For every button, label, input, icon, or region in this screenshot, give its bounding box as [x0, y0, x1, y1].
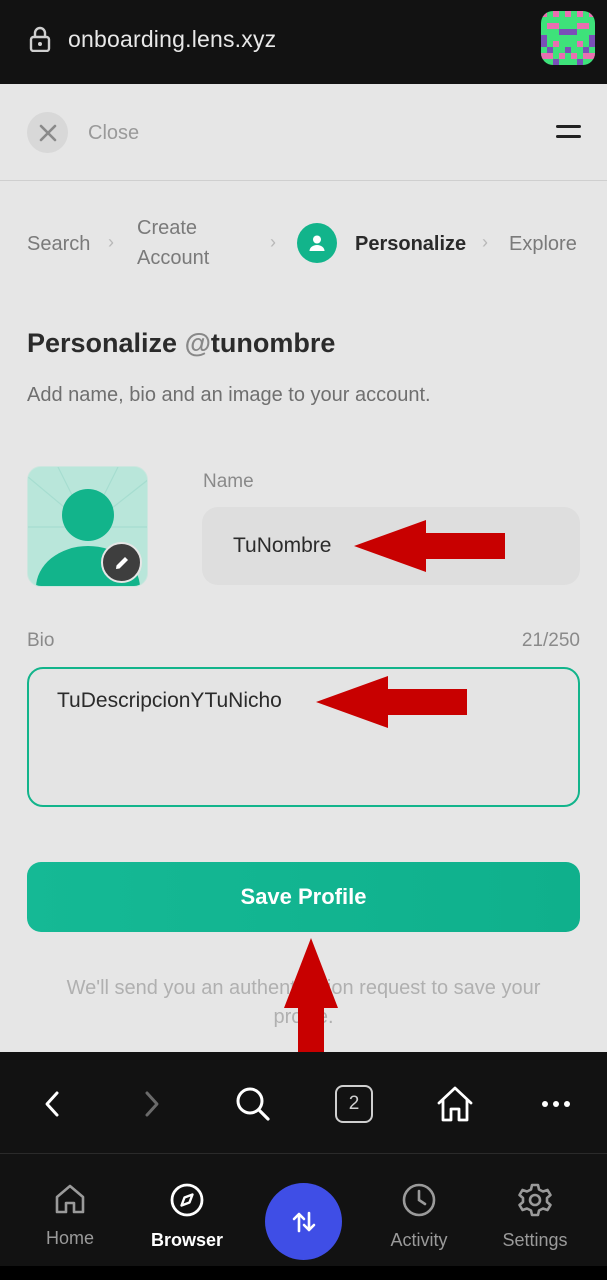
- name-label: Name: [203, 471, 254, 492]
- lock-icon: [29, 26, 51, 52]
- nav-browser[interactable]: Browser: [137, 1182, 237, 1251]
- nav-browser-label: Browser: [150, 1230, 224, 1250]
- forward-button[interactable]: [130, 1082, 174, 1126]
- tabs-button[interactable]: 2: [332, 1082, 376, 1126]
- more-button[interactable]: [534, 1082, 578, 1126]
- title-prefix: Personalize: [27, 328, 185, 358]
- annotation-arrow-left-icon: [354, 520, 505, 572]
- nav-home[interactable]: Home: [20, 1182, 120, 1249]
- search-icon: [236, 1087, 270, 1121]
- search-button[interactable]: [231, 1082, 275, 1126]
- home-icon: [55, 1184, 85, 1214]
- bottom-navigation: Home Browser Activity Settings: [0, 1154, 607, 1266]
- home-button[interactable]: [433, 1082, 477, 1126]
- compass-icon: [170, 1183, 204, 1217]
- home-outline-icon: [437, 1086, 473, 1122]
- chevron-right-icon: ›: [108, 232, 114, 252]
- tab-count: 2: [335, 1085, 373, 1123]
- nav-settings-label: Settings: [502, 1230, 568, 1250]
- swap-button[interactable]: [265, 1183, 342, 1260]
- close-bar: Close: [0, 84, 607, 181]
- nav-activity-label: Activity: [390, 1230, 448, 1250]
- step-personalize: Personalize: [355, 233, 467, 255]
- more-horizontal-icon: [542, 1101, 570, 1107]
- bio-character-count: 21/250: [521, 630, 580, 651]
- close-button[interactable]: [27, 112, 68, 153]
- page-subtitle: Add name, bio and an image to your accou…: [27, 384, 431, 406]
- close-label[interactable]: Close: [88, 122, 139, 145]
- nav-settings[interactable]: Settings: [485, 1182, 585, 1251]
- bio-label: Bio: [27, 630, 55, 651]
- step-create-account: Create Account: [137, 217, 210, 269]
- user-icon: [297, 223, 337, 263]
- title-at: @: [184, 328, 211, 358]
- nav-home-label: Home: [45, 1228, 94, 1248]
- pencil-icon: [115, 556, 128, 569]
- clock-icon: [402, 1183, 436, 1217]
- onboarding-page: Close Search › Create Account › Personal…: [0, 84, 607, 1052]
- chevron-right-icon: ›: [270, 232, 276, 252]
- swap-arrows-icon: [292, 1211, 315, 1232]
- bio-field[interactable]: TuDescripcionYTuNicho: [27, 667, 580, 807]
- url-text[interactable]: onboarding.lens.xyz: [68, 26, 276, 53]
- chevron-right-icon: [145, 1091, 159, 1117]
- close-icon: [39, 124, 56, 141]
- title-handle: tunombre: [210, 328, 336, 358]
- chevron-right-icon: ›: [482, 232, 488, 252]
- menu-icon[interactable]: [556, 125, 581, 141]
- url-bar: onboarding.lens.xyz: [0, 0, 607, 84]
- edit-avatar-button[interactable]: [101, 542, 142, 583]
- gear-icon: [518, 1183, 552, 1217]
- gesture-bar-area: [0, 1266, 607, 1280]
- save-profile-button[interactable]: Save Profile: [27, 862, 580, 932]
- step-explore: Explore: [509, 233, 577, 255]
- profile-avatar[interactable]: [541, 11, 595, 65]
- annotation-arrow-left-icon: [316, 676, 467, 728]
- chevron-left-icon: [45, 1091, 59, 1117]
- browser-toolbar: 2: [0, 1052, 607, 1154]
- step-search: Search: [27, 233, 91, 255]
- nav-activity[interactable]: Activity: [369, 1182, 469, 1251]
- back-button[interactable]: [30, 1082, 74, 1126]
- page-title: Personalize @tunombre: [27, 328, 335, 359]
